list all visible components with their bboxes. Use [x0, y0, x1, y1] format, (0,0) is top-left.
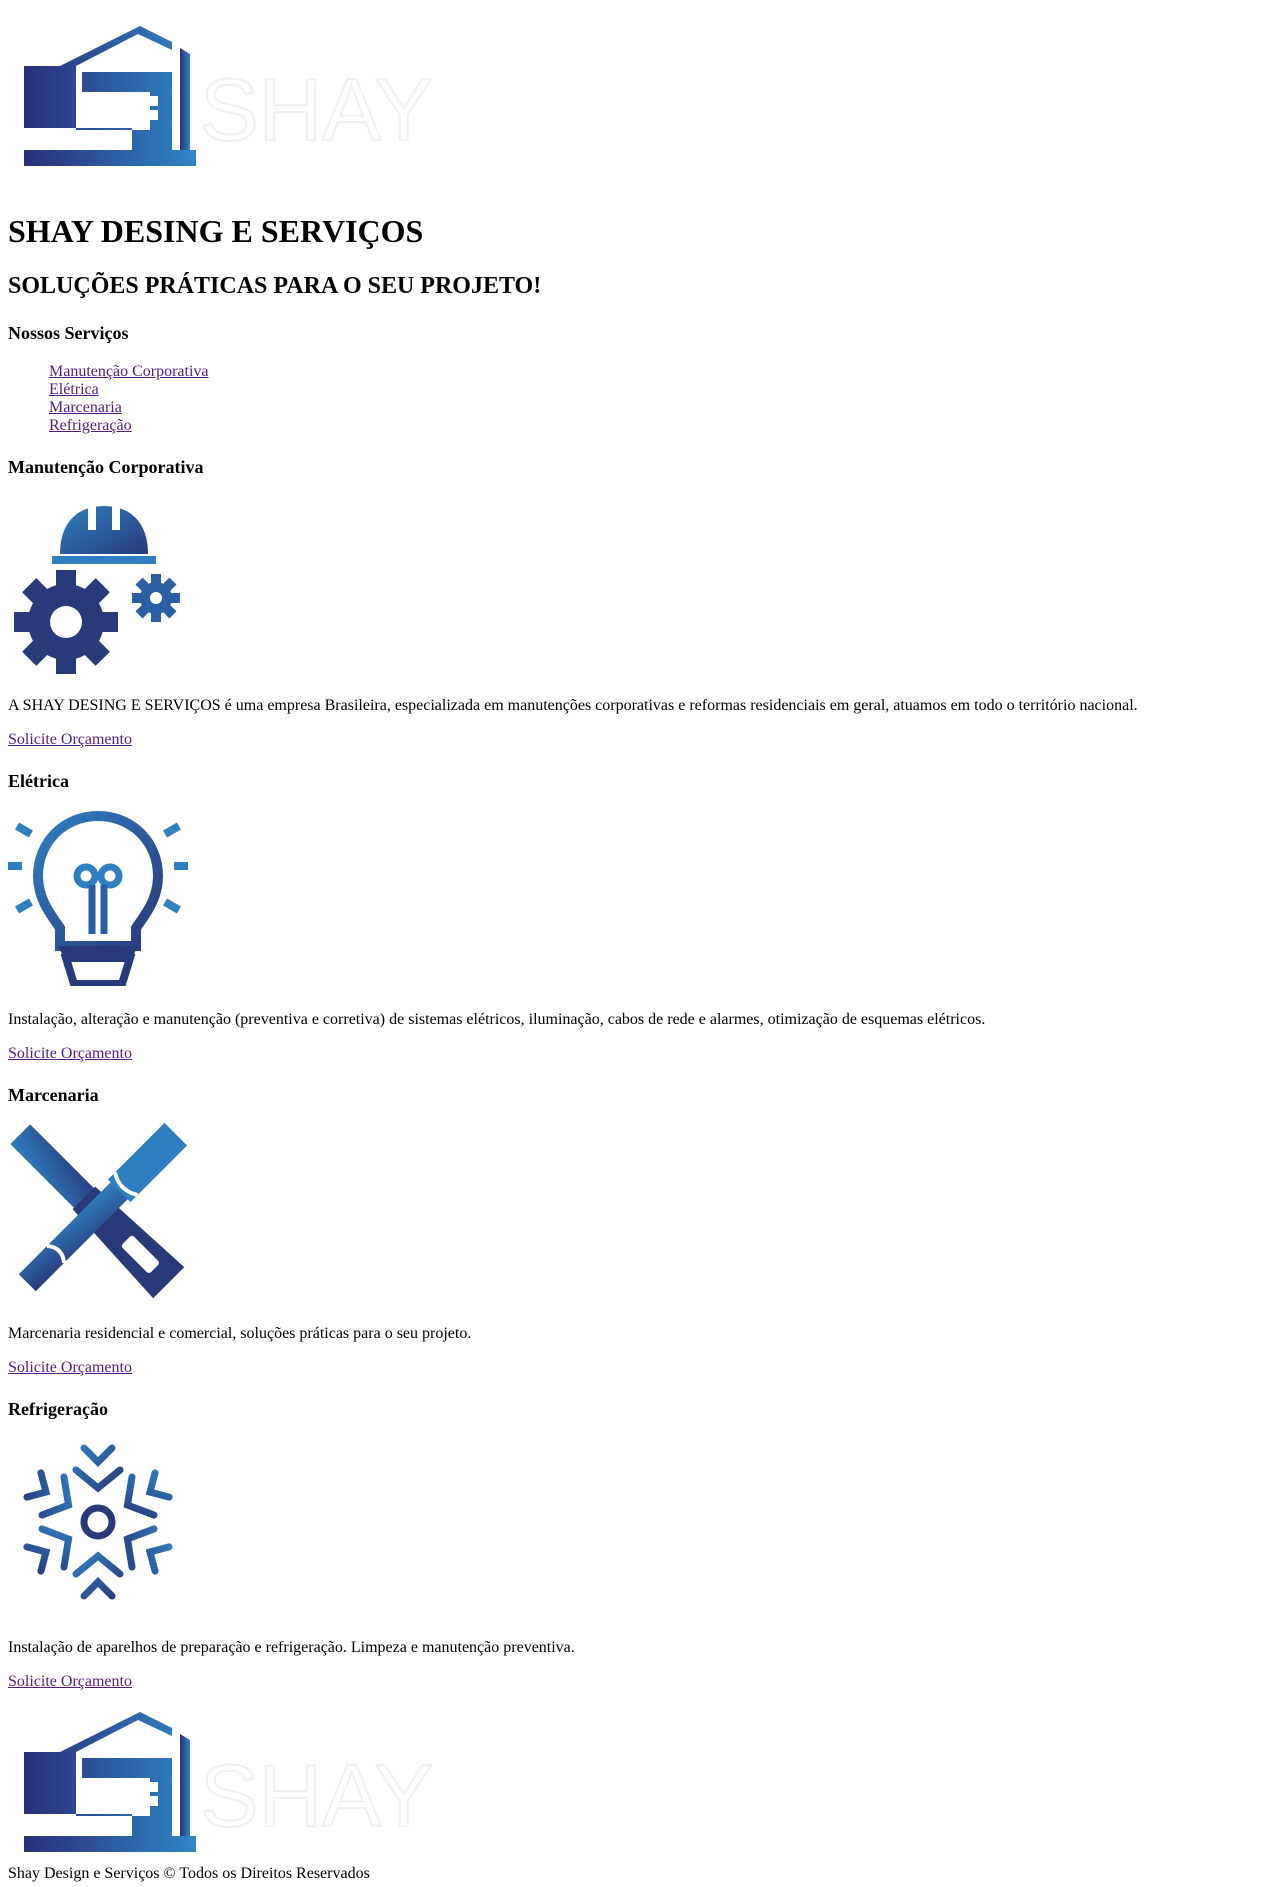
footer-logo: SHAY	[20, 1706, 510, 1856]
service-title-manutencao: Manutenção Corporativa	[8, 457, 204, 477]
services-nav-item: Elétrica	[49, 381, 209, 399]
logo-wordmark: SHAY	[200, 60, 433, 159]
service-description: Instalação, alteração e manutenção (prev…	[8, 1011, 986, 1028]
site-title: SHAY DESING E SERVIÇOS	[8, 213, 424, 249]
request-quote-link[interactable]: Solicite Orçamento	[8, 1044, 132, 1063]
request-quote-link[interactable]: Solicite Orçamento	[8, 1672, 132, 1691]
services-nav-heading: Nossos Serviços	[8, 323, 129, 343]
services-nav-item: Manutenção Corporativa	[49, 363, 209, 381]
site-subtitle: SOLUÇÕES PRÁTICAS PARA O SEU PROJETO!	[8, 273, 542, 299]
service-title-eletrica: Elétrica	[8, 771, 69, 791]
service-description: Instalação de aparelhos de preparação e …	[8, 1639, 575, 1656]
nav-link-eletrica[interactable]: Elétrica	[49, 381, 99, 398]
service-title-refrigeracao: Refrigeração	[8, 1399, 108, 1419]
footer-copyright: Shay Design e Serviços © Todos os Direit…	[8, 1865, 370, 1882]
request-quote-link[interactable]: Solicite Orçamento	[8, 730, 132, 749]
service-title-marcenaria: Marcenaria	[8, 1085, 99, 1105]
service-description: A SHAY DESING E SERVIÇOS é uma empresa B…	[8, 697, 1138, 714]
header-logo: SHAY	[20, 20, 510, 170]
service-description: Marcenaria residencial e comercial, solu…	[8, 1325, 472, 1342]
services-nav-item: Refrigeração	[49, 417, 209, 435]
light-bulb-icon	[8, 806, 188, 986]
nav-link-refrigeracao[interactable]: Refrigeração	[49, 417, 132, 434]
snowflake-icon	[8, 1432, 188, 1612]
nav-link-manutencao[interactable]: Manutenção Corporativa	[49, 363, 209, 380]
crossed-tools-icon	[8, 1122, 188, 1302]
request-quote-link[interactable]: Solicite Orçamento	[8, 1358, 132, 1377]
services-nav-item: Marcenaria	[49, 399, 209, 417]
gears-helmet-icon	[8, 494, 188, 674]
nav-link-marcenaria[interactable]: Marcenaria	[49, 399, 122, 416]
logo-wordmark: SHAY	[200, 1746, 433, 1845]
services-nav-list: Manutenção Corporativa Elétrica Marcenar…	[49, 363, 209, 435]
